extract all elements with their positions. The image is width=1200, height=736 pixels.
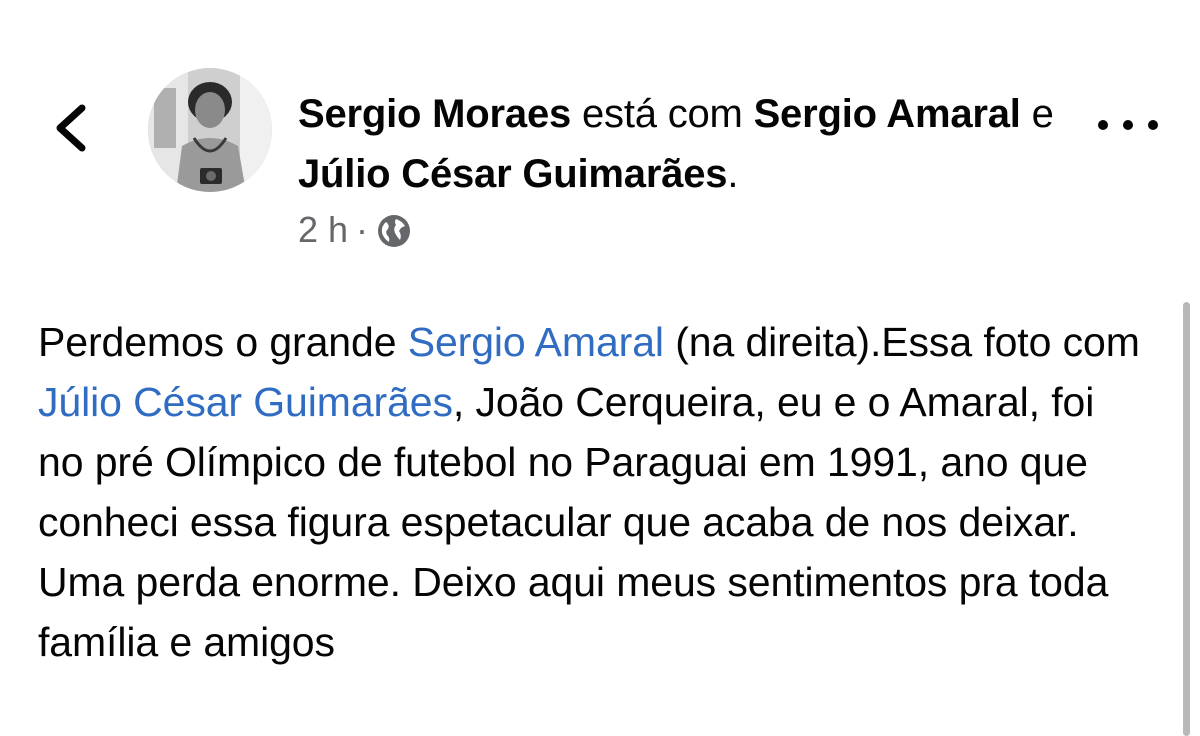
post-page: Sergio Moraes está com Sergio Amaral e J… [0, 0, 1200, 736]
post-text: Perdemos o grande Sergio Amaral (na dire… [38, 312, 1148, 672]
tagged-user-1[interactable]: Sergio Amaral [754, 92, 1021, 136]
and-text: e [1031, 92, 1054, 136]
back-button[interactable] [48, 100, 96, 156]
timestamp[interactable]: 2 h [298, 209, 348, 251]
mention-sergio-amaral[interactable]: Sergio Amaral [408, 319, 664, 365]
mention-julio-cesar-guimaraes[interactable]: Júlio César Guimarães [38, 379, 453, 425]
header-period: . [727, 152, 739, 196]
more-dot [1148, 120, 1158, 130]
post-meta: 2 h · [298, 208, 412, 252]
chevron-left-icon [56, 104, 86, 152]
author-name[interactable]: Sergio Moraes [298, 92, 571, 136]
tagged-user-2[interactable]: Júlio César Guimarães [298, 152, 728, 196]
globe-icon[interactable] [376, 213, 412, 249]
more-dot [1098, 120, 1108, 130]
meta-separator: · [356, 209, 369, 250]
post-text-segment: Perdemos o grande [38, 319, 408, 365]
more-options-button[interactable] [1098, 110, 1158, 140]
connector-text: está com [581, 92, 743, 136]
scrollbar[interactable] [1183, 302, 1190, 736]
more-dot [1123, 120, 1133, 130]
avatar[interactable] [148, 68, 272, 192]
avatar-photo [148, 68, 272, 192]
post-text-segment: (na direita).Essa foto com [663, 319, 1140, 365]
post-header: Sergio Moraes está com Sergio Amaral e J… [298, 84, 1058, 204]
